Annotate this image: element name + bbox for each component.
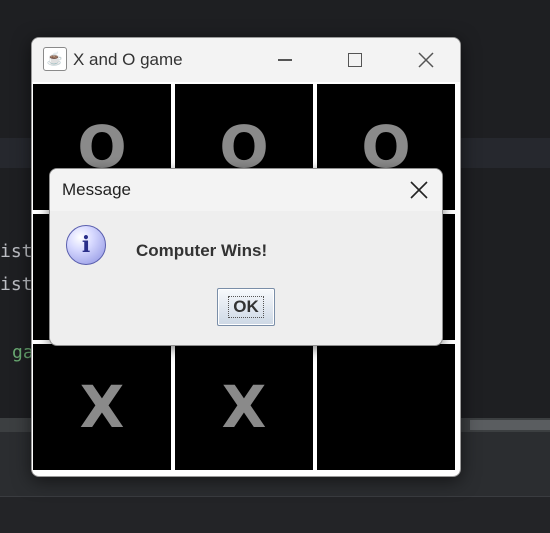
message-dialog: Message i Computer Wins! OK (49, 168, 443, 346)
code-line-1: ist (0, 241, 33, 262)
board-cell-2-0[interactable]: X (33, 344, 171, 470)
dialog-title: Message (62, 180, 131, 199)
window-title: X and O game (73, 50, 183, 69)
info-icon: i (66, 225, 106, 265)
window-titlebar[interactable]: ☕ X and O game (32, 38, 460, 82)
minimize-icon (278, 59, 292, 61)
board-cell-2-1[interactable]: X (175, 344, 313, 470)
code-line-2: ist (0, 274, 33, 295)
close-button[interactable] (403, 38, 449, 82)
maximize-icon (348, 53, 362, 67)
close-icon (418, 52, 434, 68)
minimize-button[interactable] (262, 38, 308, 82)
maximize-button[interactable] (332, 38, 378, 82)
ok-button-label: OK (228, 296, 264, 318)
ide-scrollbar-thumb[interactable] (470, 420, 550, 430)
dialog-message: Computer Wins! (136, 241, 268, 260)
dialog-close-button[interactable] (396, 169, 442, 211)
ide-status-area (0, 496, 550, 533)
ok-button[interactable]: OK (217, 288, 275, 326)
java-cup-icon: ☕ (43, 47, 67, 71)
dialog-titlebar[interactable]: Message (50, 169, 442, 211)
board-cell-2-2[interactable] (317, 344, 455, 470)
close-icon (410, 181, 428, 199)
